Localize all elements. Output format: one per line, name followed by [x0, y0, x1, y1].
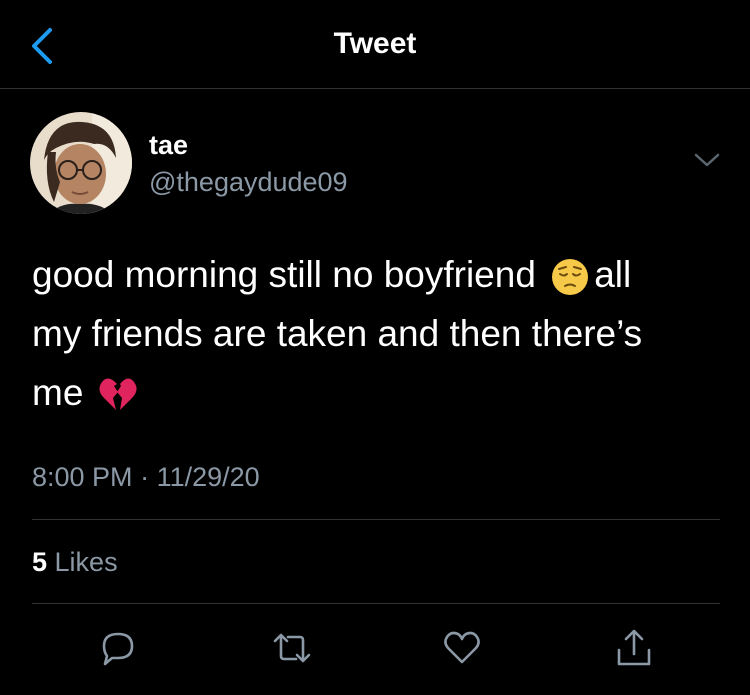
tweet-text-line3: me — [32, 372, 84, 413]
tweet-text-line1: good morning still no boyfriend — [32, 254, 536, 295]
chevron-down-icon[interactable] — [694, 150, 720, 170]
header-bar: Tweet — [0, 0, 750, 89]
like-icon[interactable] — [440, 626, 484, 670]
tweet-text-line2: my friends are taken and then there’s — [32, 313, 643, 354]
avatar-photo — [30, 112, 132, 214]
display-name[interactable]: tae — [149, 130, 188, 161]
page-title: Tweet — [333, 27, 417, 60]
tweet-text: good morning still no boyfriend all my f… — [32, 245, 722, 422]
broken-heart-emoji-icon — [99, 378, 137, 411]
reply-icon[interactable] — [96, 626, 140, 670]
tweet-timestamp: 8:00 PM · 11/29/20 — [32, 462, 260, 493]
avatar[interactable] — [30, 112, 132, 214]
divider — [32, 519, 720, 520]
tweet-text-line1-end: all — [594, 254, 632, 295]
tweet-date: 11/29/20 — [156, 462, 260, 492]
user-handle[interactable]: @thegaydude09 — [149, 167, 348, 198]
meta-separator: · — [132, 462, 157, 492]
likes-number: 5 — [32, 547, 48, 577]
tweet-time: 8:00 PM — [32, 462, 133, 492]
retweet-icon[interactable] — [270, 626, 314, 670]
likes-label: Likes — [47, 547, 118, 577]
likes-count[interactable]: 5 Likes — [32, 547, 118, 578]
pensive-face-emoji-icon — [552, 259, 589, 296]
divider — [32, 603, 720, 604]
share-icon[interactable] — [612, 626, 656, 670]
